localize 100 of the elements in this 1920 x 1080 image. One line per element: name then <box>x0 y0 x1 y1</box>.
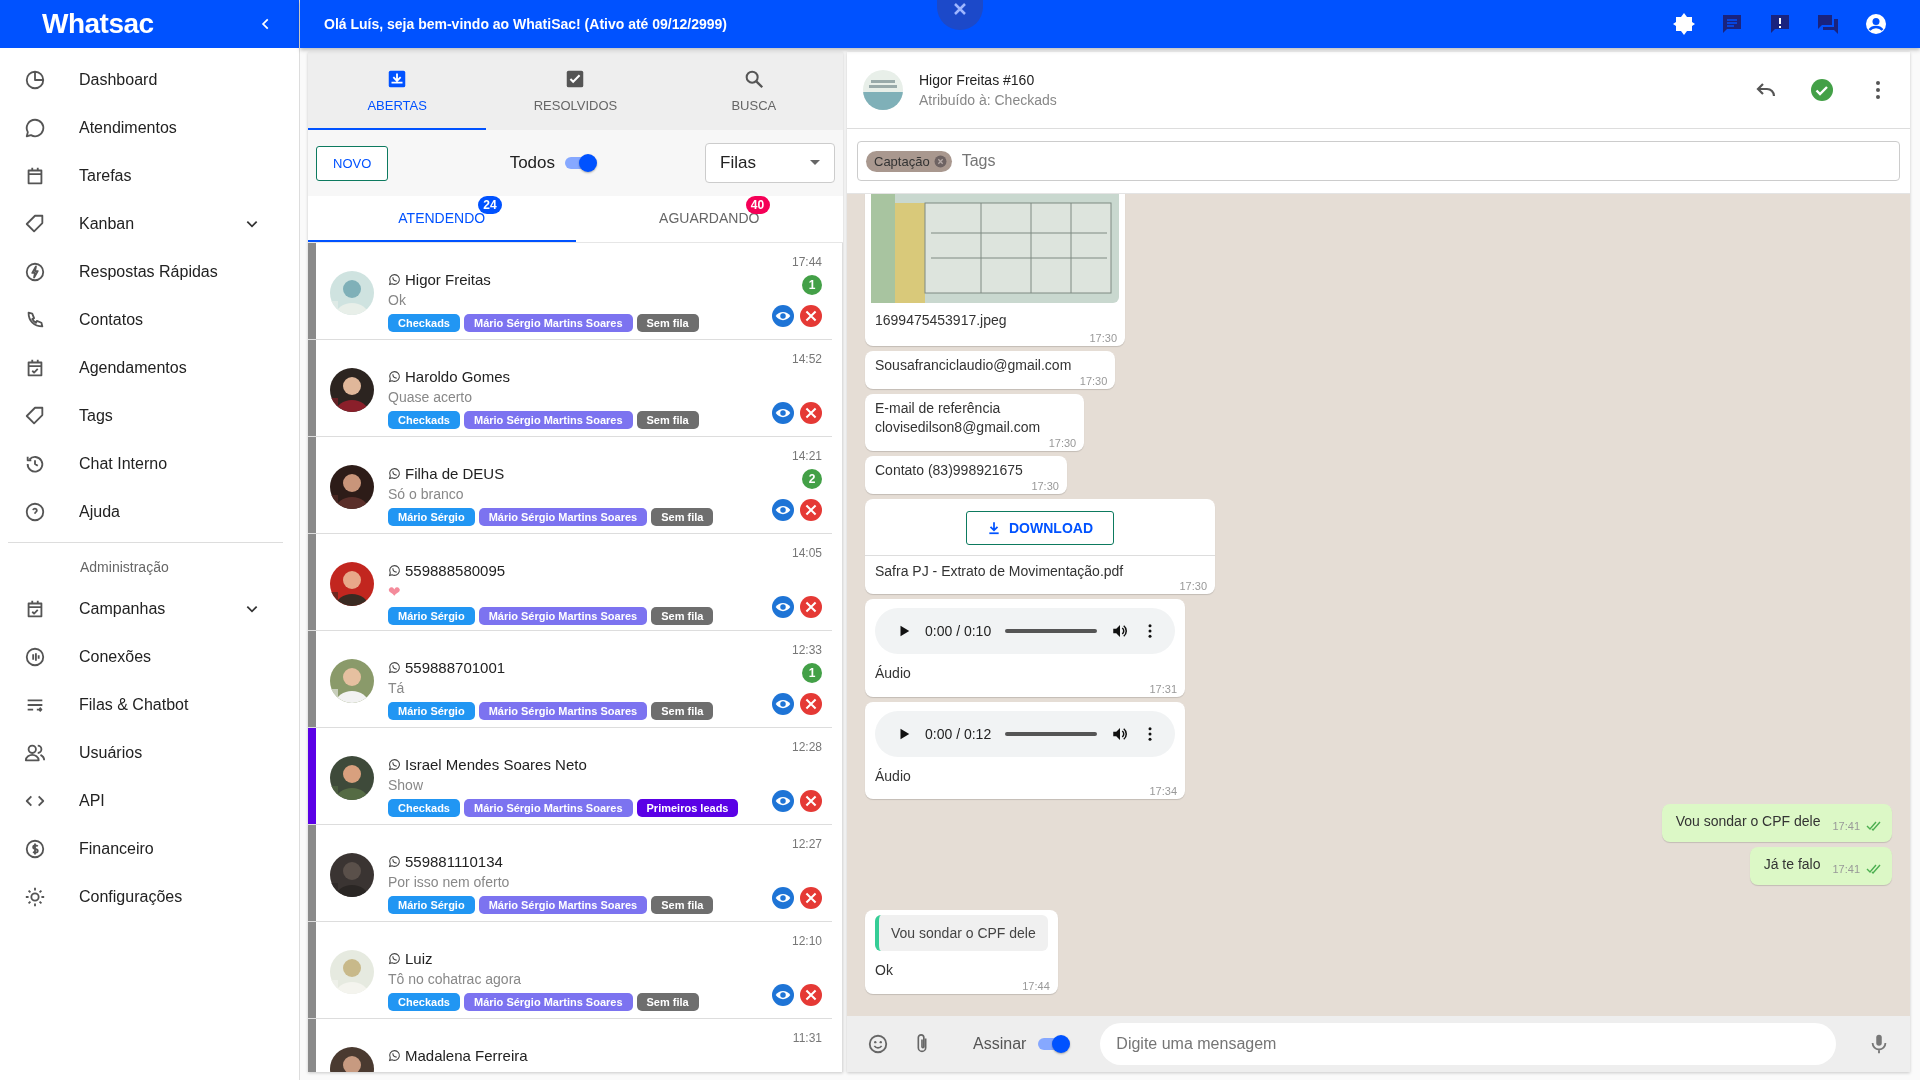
remove-icon[interactable] <box>933 154 947 168</box>
emoji-icon[interactable] <box>867 1033 889 1055</box>
eye-icon[interactable] <box>772 790 794 812</box>
whatsapp-icon <box>388 952 401 965</box>
tab[interactable]: BUSCA <box>664 52 843 130</box>
close-icon[interactable] <box>800 693 822 715</box>
forum-icon[interactable] <box>1816 12 1840 36</box>
whatsapp-icon <box>388 370 401 383</box>
ticket-item[interactable]: Haroldo Gomes Quase acerto Checkads Mário Sérgio Martins Soares Sem fila 14:52 <box>308 340 832 437</box>
sidebar-item[interactable]: Configurações <box>0 873 259 921</box>
queue-select[interactable]: Filas <box>705 143 835 183</box>
account-icon[interactable] <box>1864 12 1888 36</box>
close-icon[interactable] <box>800 984 822 1006</box>
ticket-item[interactable]: 559888580095 ❤ Mário Sérgio Mário Sérgio Martins Soares Sem fila 14:05 <box>308 534 832 631</box>
chat-icon[interactable] <box>1720 12 1744 36</box>
eye-icon[interactable] <box>772 984 794 1006</box>
eye-icon[interactable] <box>772 887 794 909</box>
close-icon[interactable] <box>800 305 822 327</box>
ticket-item[interactable]: 559881110134 Por isso nem oferto Mário Sérgio Mário Sérgio Martins Soares Sem fila 12:27 <box>308 825 832 922</box>
toggle-switch[interactable] <box>565 157 595 169</box>
contact-name: Higor Freitas <box>405 271 491 288</box>
time: 14:21 <box>791 449 822 463</box>
sidebar-item[interactable]: API <box>0 777 259 825</box>
tag: Checkads <box>388 411 460 429</box>
message-text: Ok <box>875 961 894 981</box>
eye-icon[interactable] <box>772 402 794 424</box>
sidebar-item[interactable]: Contatos <box>0 296 259 344</box>
tag-icon <box>24 405 46 427</box>
sidebar-item[interactable]: Filas & Chatbot <box>0 681 259 729</box>
tab[interactable]: AGUARDANDO 40 <box>575 196 843 242</box>
tag: Checkads <box>388 314 460 332</box>
contact-name: Madalena Ferreira <box>405 1047 528 1064</box>
tag: Mário Sérgio Martins Soares <box>478 896 648 914</box>
bolt-icon <box>24 261 46 283</box>
ticket-item[interactable]: Luiz Tô no cohatrac agora Checkads Mário Sérgio Martins Soares Sem fila 12:10 <box>308 922 832 1019</box>
sidebar-item[interactable]: Campanhas <box>0 585 259 633</box>
new-button[interactable]: NOVO <box>316 145 389 181</box>
tag: Mário Sérgio Martins Soares <box>464 799 633 817</box>
sidebar-item[interactable]: Conexões <box>0 633 259 681</box>
time: 17:31 <box>1149 682 1177 695</box>
eye-icon[interactable] <box>772 305 794 327</box>
download-button[interactable]: DOWNLOAD <box>966 510 1114 545</box>
message-text: E-mail de referência clovisedilson8@gmail.com <box>875 398 1042 438</box>
player-time: 0:00 / 0:10 <box>925 623 992 640</box>
time: 17:41 <box>1832 863 1860 876</box>
sidebar-item[interactable]: Respostas Rápidas <box>0 248 259 296</box>
close-icon[interactable] <box>800 499 822 521</box>
sidebar-item[interactable]: Kanban <box>0 200 259 248</box>
message-input[interactable]: Digite uma mensagem <box>1100 1023 1836 1065</box>
whatsapp-icon <box>388 273 401 286</box>
sidebar-item[interactable]: Atendimentos <box>0 104 259 152</box>
tags-input[interactable]: Tags <box>959 151 1891 171</box>
audio-player[interactable]: 0:00 / 0:12 <box>875 710 1175 757</box>
ticket-item[interactable]: 559888701001 Tá Mário Sérgio Mário Sérgio Martins Soares Sem fila 12:33 1 <box>308 631 832 728</box>
sidebar-item[interactable]: Dashboard <box>0 56 259 104</box>
eye-icon[interactable] <box>772 693 794 715</box>
whatsapp-icon <box>388 1049 401 1062</box>
sidebar-item[interactable]: Tarefas <box>0 152 259 200</box>
time: 17:34 <box>1149 785 1177 798</box>
tag: Mário Sérgio <box>388 508 475 526</box>
alert-icon[interactable] <box>1768 12 1792 36</box>
brightness-icon[interactable] <box>1672 12 1696 36</box>
ticket-item[interactable]: Filha de DEUS Só o branco Mário Sérgio Mário Sérgio Martins Soares Sem fila 14:21 2 <box>308 437 832 534</box>
message-text: Contato (83)998921675 <box>875 461 1024 481</box>
toggle-switch[interactable] <box>1038 1038 1069 1050</box>
whatsapp-icon <box>388 564 401 577</box>
sidebar-item[interactable]: Chat Interno <box>0 440 259 488</box>
audio-player[interactable]: 0:00 / 0:10 <box>875 608 1175 655</box>
tags-field[interactable]: Captação Tags <box>857 141 1900 181</box>
eye-icon[interactable] <box>772 499 794 521</box>
sidebar-item[interactable]: Tags <box>0 392 259 440</box>
close-icon[interactable] <box>800 887 822 909</box>
double-check-icon <box>1866 864 1882 875</box>
sidebar-item[interactable]: Financeiro <box>0 825 259 873</box>
time: 17:30 <box>1079 374 1108 387</box>
sidebar-item[interactable]: Usuários <box>0 729 259 777</box>
tag: Sem fila <box>636 314 699 332</box>
tag: Sem fila <box>636 993 699 1011</box>
ticket-item[interactable]: Israel Mendes Soares Neto Show Checkads Mário Sérgio Martins Soares Primeiros leads 12:28 <box>308 728 832 825</box>
time: 14:52 <box>791 352 822 366</box>
check-circle-icon[interactable] <box>1810 78 1834 102</box>
sidebar-item[interactable]: Agendamentos <box>0 344 259 392</box>
sidebar-item[interactable]: Ajuda <box>0 488 259 536</box>
tag: Mário Sérgio <box>388 702 475 720</box>
time: 12:10 <box>791 934 822 948</box>
close-icon[interactable] <box>800 790 822 812</box>
tab[interactable]: RESOLVIDOS <box>486 52 665 130</box>
tab[interactable]: ATENDENDO 24 <box>308 196 576 242</box>
time: 12:33 <box>791 643 822 657</box>
toggle-label: Todos <box>509 153 555 173</box>
tag: Mário Sérgio <box>388 607 475 625</box>
close-icon[interactable] <box>800 596 822 618</box>
whatsapp-icon <box>388 855 401 868</box>
ticket-item[interactable]: Madalena Ferreira 11:31 <box>308 1019 832 1072</box>
message-text: Vou sondar o CPF dele <box>1675 812 1821 832</box>
eye-icon[interactable] <box>772 596 794 618</box>
close-icon[interactable] <box>800 402 822 424</box>
close-icon[interactable] <box>937 0 983 30</box>
signal-icon <box>24 646 46 668</box>
ticket-item[interactable]: Higor Freitas Ok Checkads Mário Sérgio Martins Soares Sem fila 17:44 1 <box>308 243 832 340</box>
